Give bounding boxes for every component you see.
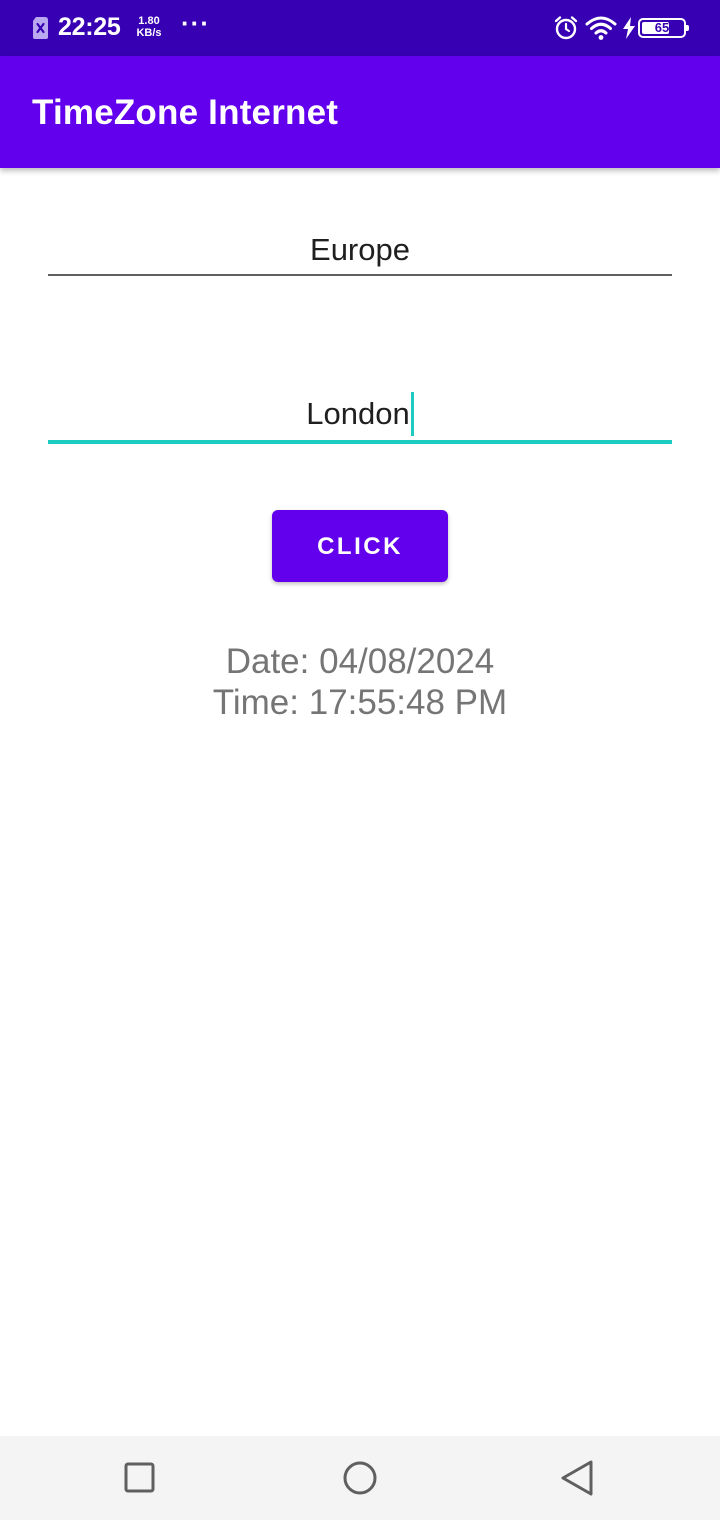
region-input[interactable]: Europe xyxy=(48,228,672,276)
result-date: Date: 04/08/2024 xyxy=(225,642,495,681)
app-bar: TimeZone Internet xyxy=(0,56,720,168)
city-input-value: London xyxy=(306,396,410,431)
wifi-icon xyxy=(585,16,617,40)
text-cursor xyxy=(410,392,414,436)
network-speed: 1.80 KB/s xyxy=(132,15,166,39)
home-icon[interactable] xyxy=(340,1460,380,1496)
region-input-value: Europe xyxy=(310,232,410,267)
alarm-icon xyxy=(554,16,578,40)
battery-level: 65 xyxy=(654,20,670,35)
more-notifications-indicator: ··· xyxy=(181,8,210,38)
battery-nub xyxy=(686,25,689,31)
click-button[interactable]: CLICK xyxy=(272,510,448,582)
screen: 22:25 1.80 KB/s ··· 65 TimeZone Internet xyxy=(0,0,720,1520)
recent-apps-icon[interactable] xyxy=(120,1460,160,1496)
navigation-bar xyxy=(0,1436,720,1520)
app-title: TimeZone Internet xyxy=(32,93,339,132)
back-icon[interactable] xyxy=(558,1460,598,1496)
battery-icon: 65 xyxy=(638,18,689,38)
clock: 22:25 xyxy=(58,13,121,41)
charging-bolt-icon xyxy=(623,17,635,39)
result-text: Date: 04/08/2024 Time: 17:55:48 PM xyxy=(0,641,720,723)
status-bar: 22:25 1.80 KB/s ··· 65 xyxy=(0,0,720,56)
network-speed-value: 1.80 xyxy=(138,15,160,27)
network-speed-unit: KB/s xyxy=(136,27,162,39)
result-time: Time: 17:55:48 PM xyxy=(212,683,508,722)
sim-off-icon xyxy=(33,17,48,39)
city-input[interactable]: London xyxy=(48,392,672,444)
